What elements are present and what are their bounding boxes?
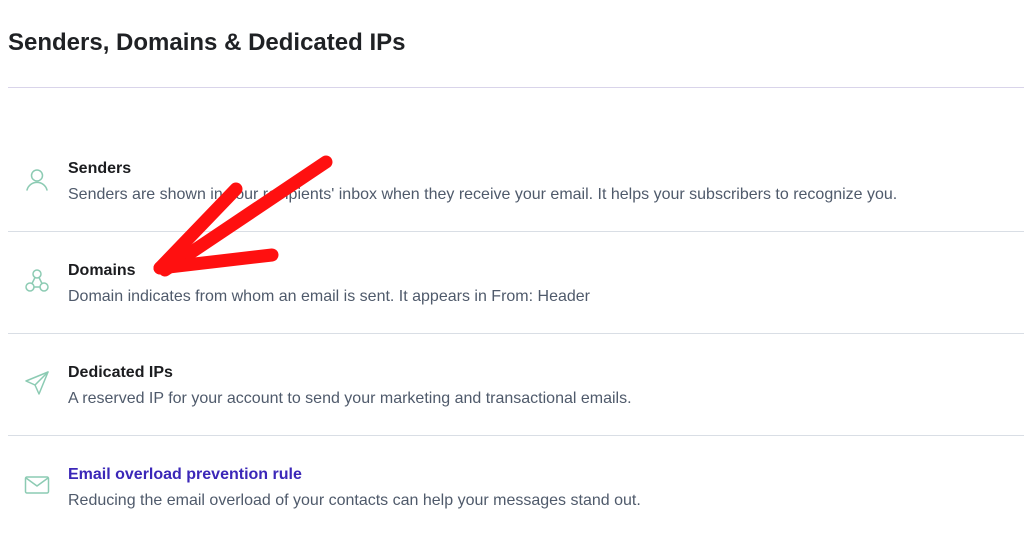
settings-item-email-overload-prevention-rule[interactable]: Email overload prevention rule Reducing … [8,436,1024,538]
settings-item-title-link[interactable]: Email overload prevention rule [68,466,302,484]
network-icon [24,268,50,294]
settings-item-title: Dedicated IPs [68,364,173,381]
settings-item-dedicated-ips[interactable]: Dedicated IPs A reserved IP for your acc… [8,334,1024,436]
send-icon [24,370,50,396]
settings-item-domains[interactable]: Domains Domain indicates from whom an em… [8,232,1024,334]
settings-item-title: Domains [68,262,136,279]
settings-item-senders[interactable]: Senders Senders are shown in your recipi… [8,130,1024,232]
settings-item-description: Senders are shown in your recipients' in… [68,186,898,203]
settings-page: Senders, Domains & Dedicated IPs Senders… [0,0,1024,540]
page-title: Senders, Domains & Dedicated IPs [8,29,406,56]
settings-item-title: Senders [68,160,132,177]
settings-list: Senders Senders are shown in your recipi… [8,130,1024,538]
settings-item-description: Reducing the email overload of your cont… [68,492,641,509]
envelope-icon [24,472,50,498]
settings-item-description: Domain indicates from whom an email is s… [68,288,590,305]
title-divider [8,87,1024,88]
user-icon [24,166,50,192]
settings-item-description: A reserved IP for your account to send y… [68,390,632,407]
